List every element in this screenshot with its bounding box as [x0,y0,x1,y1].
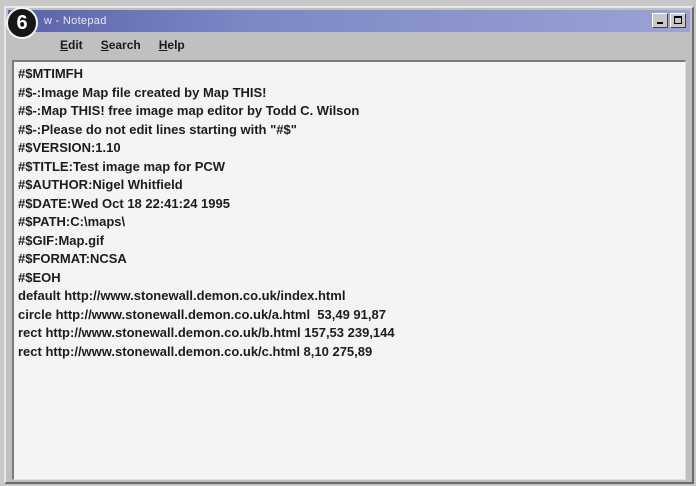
menu-access-key: H [158,38,168,52]
menu-help[interactable]: Help [159,38,185,52]
text-line: #$FORMAT:NCSA [18,251,127,266]
text-line: #$EOH [18,269,61,285]
document-text: #$MTIMFH #$-:Image Map file created by Ma… [14,62,685,361]
text-line: default http://www.stonewall.demon.co.uk… [18,288,346,303]
text-line: rect http://www.stonewall.demon.co.uk/b.… [18,325,395,340]
menu-bar: Edit Search Help [8,34,690,56]
maximize-button[interactable] [670,13,686,28]
notepad-window: w - Notepad Edit Search Help #$MTIMFH #$-… [4,6,694,484]
text-line: #$PATH:C:\maps\ [18,214,126,229]
step-number-badge: 6 [6,7,38,39]
text-line: #$TITLE:Test image map for PCW [18,158,226,174]
maximize-icon [674,16,682,24]
text-line: rect http://www.stonewall.demon.co.uk/c.… [18,343,373,359]
text-line: #$-:Image Map file created by Map THIS! [18,84,267,100]
menu-edit[interactable]: Edit [60,38,83,52]
window-title: w - Notepad [44,15,107,27]
title-bar[interactable]: w - Notepad [8,10,690,32]
text-line: #$MTIMFH [18,66,83,81]
menu-access-key: S [100,38,109,52]
minimize-icon [657,22,663,24]
text-line: #$-:Please do not edit lines starting wi… [18,121,297,137]
text-line: #$-:Map THIS! free image map editor by T… [18,103,360,118]
menu-access-key: E [60,38,69,52]
text-line: #$GIF:Map.gif [18,232,104,248]
minimize-button[interactable] [652,13,668,28]
menu-search[interactable]: Search [101,38,141,52]
text-line: circle http://www.stonewall.demon.co.uk/… [18,306,386,322]
text-line: #$DATE:Wed Oct 18 22:41:24 1995 [18,195,230,211]
text-editor[interactable]: #$MTIMFH #$-:Image Map file created by Ma… [12,60,686,480]
text-line: #$AUTHOR:Nigel Whitfield [18,177,183,192]
text-line: #$VERSION:1.10 [18,140,121,155]
window-controls [652,13,686,28]
